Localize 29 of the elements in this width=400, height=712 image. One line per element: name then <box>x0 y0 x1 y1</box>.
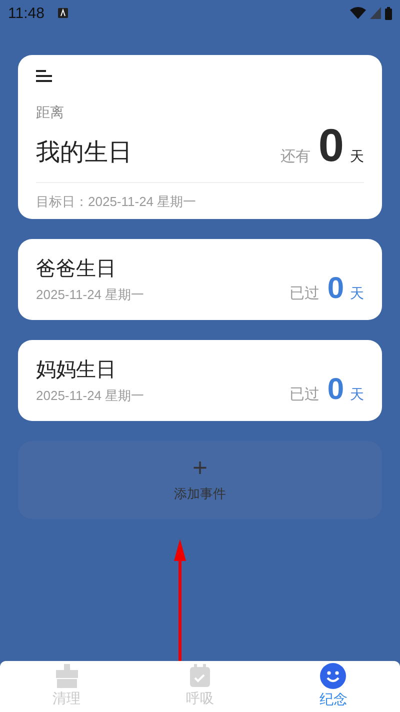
status-text: 已过 <box>289 384 320 404</box>
caption-text: 距离 <box>36 104 65 122</box>
wifi-icon <box>350 7 366 20</box>
day-count: 0 <box>318 122 344 168</box>
event-card[interactable]: 爸爸生日 2025-11-24 星期一 已过 0 天 <box>18 238 382 320</box>
status-time: 11:48 <box>8 4 44 22</box>
signal-icon <box>370 7 381 20</box>
unit-text: 天 <box>350 148 364 166</box>
unit-text: 天 <box>350 284 364 303</box>
event-title: 我的生日 <box>36 136 132 168</box>
menu-icon[interactable] <box>36 70 52 82</box>
day-count: 0 <box>327 274 344 304</box>
event-title: 妈妈生日 <box>36 356 116 381</box>
notification-icon <box>58 8 68 18</box>
tab[interactable]: 纪念 <box>266 660 400 712</box>
event-date: 2025-11-24 星期一 <box>36 286 144 304</box>
add-event-button[interactable]: + 添加事件 <box>18 440 382 519</box>
smile-icon <box>320 663 346 690</box>
event-title: 爸爸生日 <box>36 256 116 280</box>
calendar-check-icon <box>188 664 212 688</box>
status-text: 已过 <box>289 284 320 303</box>
event-date: 2025-11-24 星期一 <box>36 386 144 405</box>
unit-text: 天 <box>350 386 364 404</box>
battery-icon <box>385 6 392 20</box>
event-card[interactable]: 妈妈生日 2025-11-24 星期一 已过 0 天 <box>18 340 382 421</box>
status-text: 还有 <box>280 146 310 166</box>
event-card[interactable]: 距离 我的生日 还有 0 天 目标日：2025-11-24 星期一 <box>18 54 382 219</box>
day-count: 0 <box>327 374 344 405</box>
target-date: 目标日：2025-11-24 星期一 <box>36 192 198 211</box>
